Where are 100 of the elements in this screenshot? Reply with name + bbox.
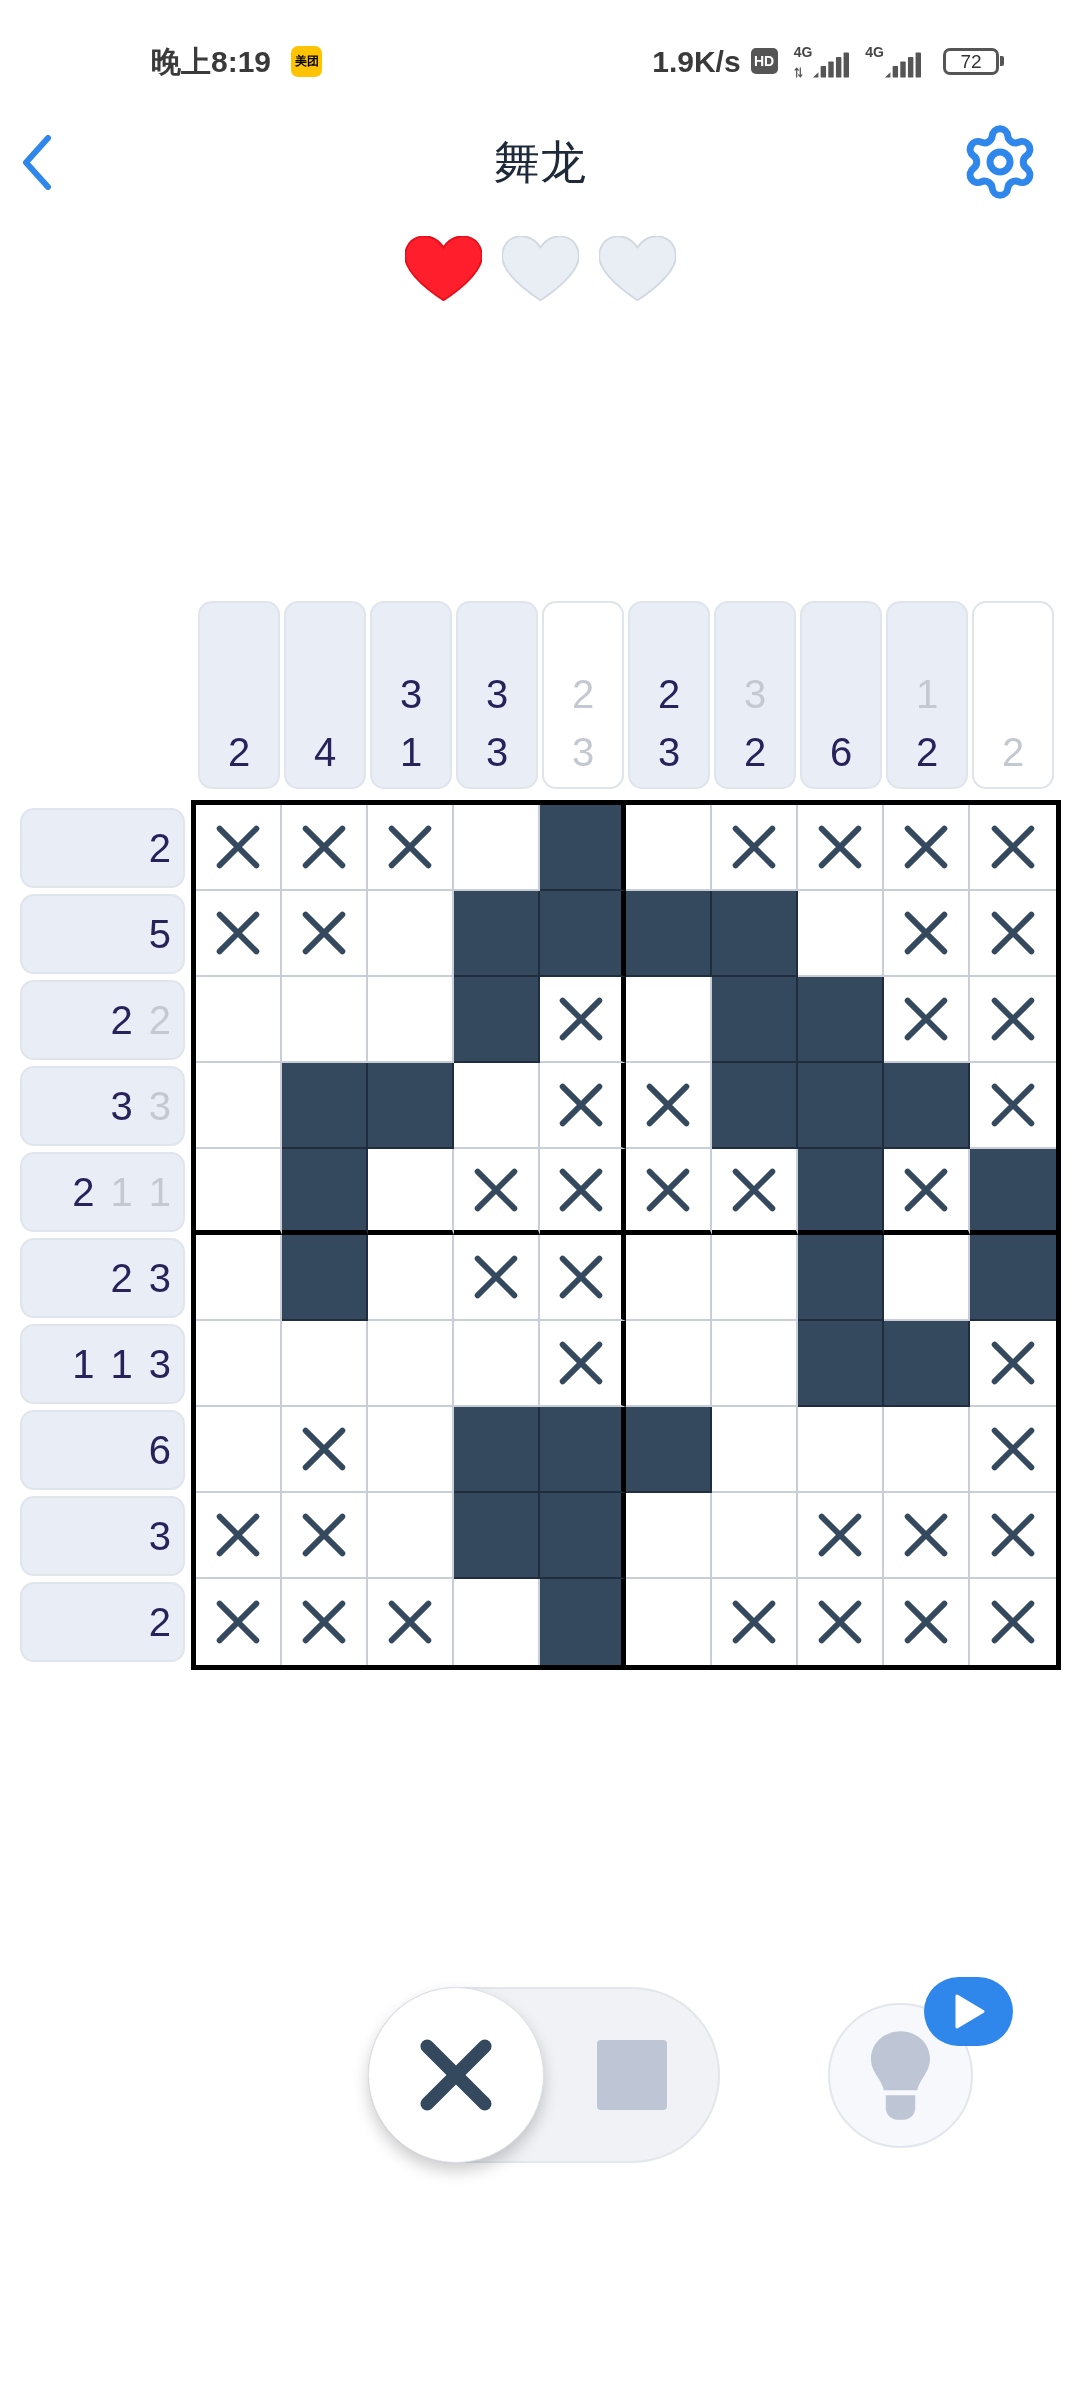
grid-cell[interactable] <box>970 1149 1056 1235</box>
clue-number: 3 <box>657 729 681 776</box>
battery-indicator: 72 <box>943 47 1004 75</box>
cross-icon <box>215 910 261 956</box>
cross-icon <box>645 1166 691 1213</box>
clue-number: 3 <box>110 1086 133 1126</box>
grid-cell[interactable] <box>712 1063 798 1149</box>
clue-number: 2 <box>72 1172 95 1212</box>
cross-icon <box>557 1166 604 1213</box>
cross-icon <box>301 1512 347 1558</box>
cross-icon <box>817 1599 863 1645</box>
clue-number: 3 <box>485 671 509 718</box>
cross-icon <box>731 1599 777 1645</box>
grid-cell[interactable] <box>884 1321 970 1407</box>
clue-number: 2 <box>110 1000 133 1040</box>
cross-icon <box>903 824 949 870</box>
grid-cell[interactable] <box>540 805 626 891</box>
grid-cell[interactable] <box>282 1149 368 1235</box>
grid-cell[interactable] <box>626 1407 712 1493</box>
cross-icon <box>215 824 261 870</box>
cross-icon <box>731 1166 777 1213</box>
grid-cell[interactable] <box>540 1321 626 1407</box>
cross-icon <box>215 1599 261 1645</box>
clue-number: 3 <box>399 671 423 718</box>
grid-cell[interactable] <box>884 1063 970 1149</box>
cross-icon <box>903 996 949 1042</box>
grid-cell[interactable] <box>970 1235 1056 1321</box>
grid-cell[interactable] <box>798 977 884 1063</box>
clue-number: 2 <box>110 1258 133 1298</box>
network-type: 4G <box>793 44 813 59</box>
cross-icon <box>990 1340 1036 1386</box>
cross-icon <box>903 1166 949 1213</box>
grid-cell[interactable] <box>798 1235 884 1321</box>
cross-icon <box>473 1166 519 1213</box>
grid-cell[interactable] <box>540 891 626 977</box>
grid-cell[interactable] <box>712 977 798 1063</box>
square-icon <box>597 2040 667 2110</box>
clue-number: 2 <box>571 671 595 718</box>
clue-number: 3 <box>485 729 509 776</box>
grid-cell[interactable] <box>282 1235 368 1321</box>
grid-cell[interactable] <box>540 1149 626 1235</box>
grid-cell[interactable] <box>798 1149 884 1235</box>
clue-number: 2 <box>227 729 251 776</box>
cross-icon <box>557 1340 604 1386</box>
grid-cell[interactable] <box>798 1321 884 1407</box>
signal-icon <box>813 51 850 78</box>
cross-icon <box>387 824 433 870</box>
clue-number: 4 <box>313 729 337 776</box>
cross-icon <box>903 910 949 956</box>
clue-number: 3 <box>148 1344 171 1384</box>
grid-cell[interactable] <box>540 1579 626 1665</box>
clue-number: 2 <box>915 729 939 776</box>
clue-number: 3 <box>571 729 595 776</box>
cross-icon <box>990 910 1036 956</box>
clue-number: 2 <box>1001 729 1025 776</box>
cross-icon <box>903 1599 949 1645</box>
cross-icon <box>420 2039 492 2111</box>
network-speed: 1.9K/s <box>652 43 741 80</box>
cross-icon <box>817 1512 863 1558</box>
clue-number: 2 <box>148 1602 171 1642</box>
grid-cell[interactable] <box>712 891 798 977</box>
clue-number: 6 <box>829 729 853 776</box>
cross-icon <box>301 1426 347 1472</box>
grid-cell[interactable] <box>626 891 712 977</box>
cross-icon <box>473 1254 519 1300</box>
chevron-left-icon <box>22 134 52 190</box>
clue-number: 1 <box>72 1344 95 1384</box>
grid-cell[interactable] <box>540 1407 626 1493</box>
grid-cell[interactable] <box>798 1063 884 1149</box>
back-button[interactable] <box>20 132 54 192</box>
grid-cell[interactable] <box>540 977 626 1063</box>
status-time: 晚上8:19 <box>151 43 272 80</box>
app-logo: 美团 <box>291 45 323 77</box>
cross-icon <box>301 910 347 956</box>
cross-icon <box>903 1512 949 1558</box>
cross-icon <box>990 1512 1036 1558</box>
cross-icon <box>645 1082 691 1128</box>
clue-number: 5 <box>148 914 171 954</box>
grid-cell[interactable] <box>368 1063 454 1149</box>
grid-cell[interactable] <box>540 1063 626 1149</box>
grid-cell[interactable] <box>540 1235 626 1321</box>
cross-icon <box>557 1082 604 1128</box>
cross-icon <box>990 996 1036 1042</box>
lightbulb-icon <box>871 2030 930 2120</box>
puzzle-title: 舞龙 <box>494 139 586 185</box>
grid-cell[interactable] <box>454 891 540 977</box>
grid-cell[interactable] <box>282 1063 368 1149</box>
clue-number: 2 <box>657 671 681 718</box>
grid-cell[interactable] <box>454 1493 540 1579</box>
cross-icon <box>557 1254 604 1300</box>
clue-number: 1 <box>110 1344 133 1384</box>
play-icon <box>924 1976 1013 2046</box>
clue-number: 2 <box>148 828 171 868</box>
grid-cell[interactable] <box>454 1407 540 1493</box>
grid-cell[interactable] <box>540 1493 626 1579</box>
network-type: 4G <box>865 44 884 59</box>
cross-icon <box>215 1512 261 1558</box>
clue-number: 2 <box>743 729 767 776</box>
grid-cell[interactable] <box>454 977 540 1063</box>
clue-number: 3 <box>148 1258 171 1298</box>
